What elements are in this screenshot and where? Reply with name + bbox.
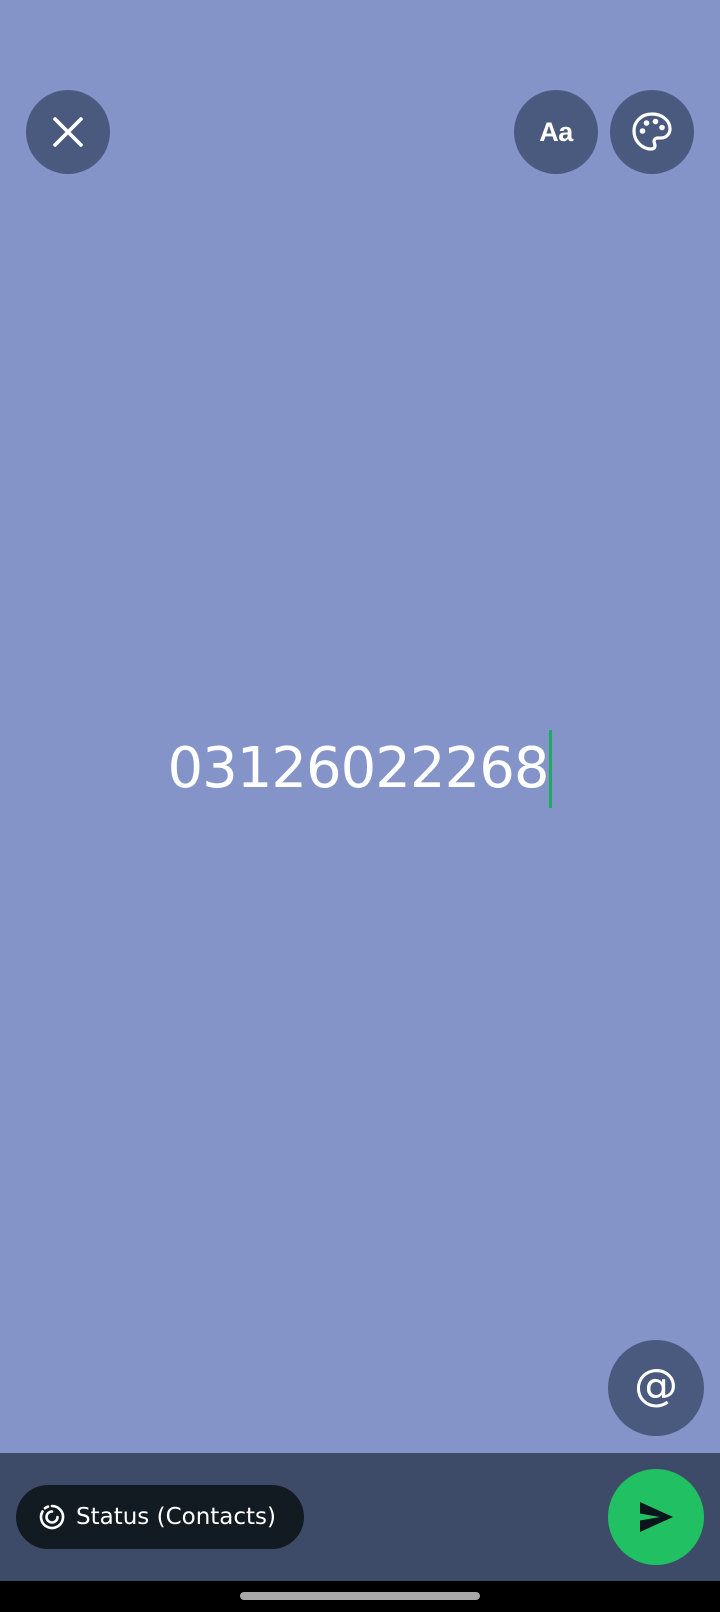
status-ring-icon <box>38 1503 66 1531</box>
status-audience-label: Status (Contacts) <box>76 1504 277 1530</box>
status-text-input[interactable]: 03126022268 <box>168 731 550 807</box>
status-text-area[interactable]: 03126022268 <box>0 730 720 808</box>
status-audience-chip[interactable]: Status (Contacts) <box>16 1485 304 1549</box>
font-style-button[interactable]: Aa <box>514 90 598 174</box>
at-sign-icon: @ <box>634 1360 678 1411</box>
mention-button[interactable]: @ <box>608 1340 704 1436</box>
text-caret <box>549 730 553 808</box>
send-icon <box>640 1502 673 1532</box>
close-button[interactable] <box>26 90 110 174</box>
status-composer-canvas[interactable] <box>0 0 720 1453</box>
home-gesture-handle[interactable] <box>240 1592 480 1600</box>
close-icon <box>53 117 83 147</box>
send-button[interactable] <box>608 1469 704 1565</box>
palette-icon <box>632 112 672 151</box>
color-palette-button[interactable] <box>610 90 694 174</box>
font-style-label: Aa <box>539 116 573 147</box>
